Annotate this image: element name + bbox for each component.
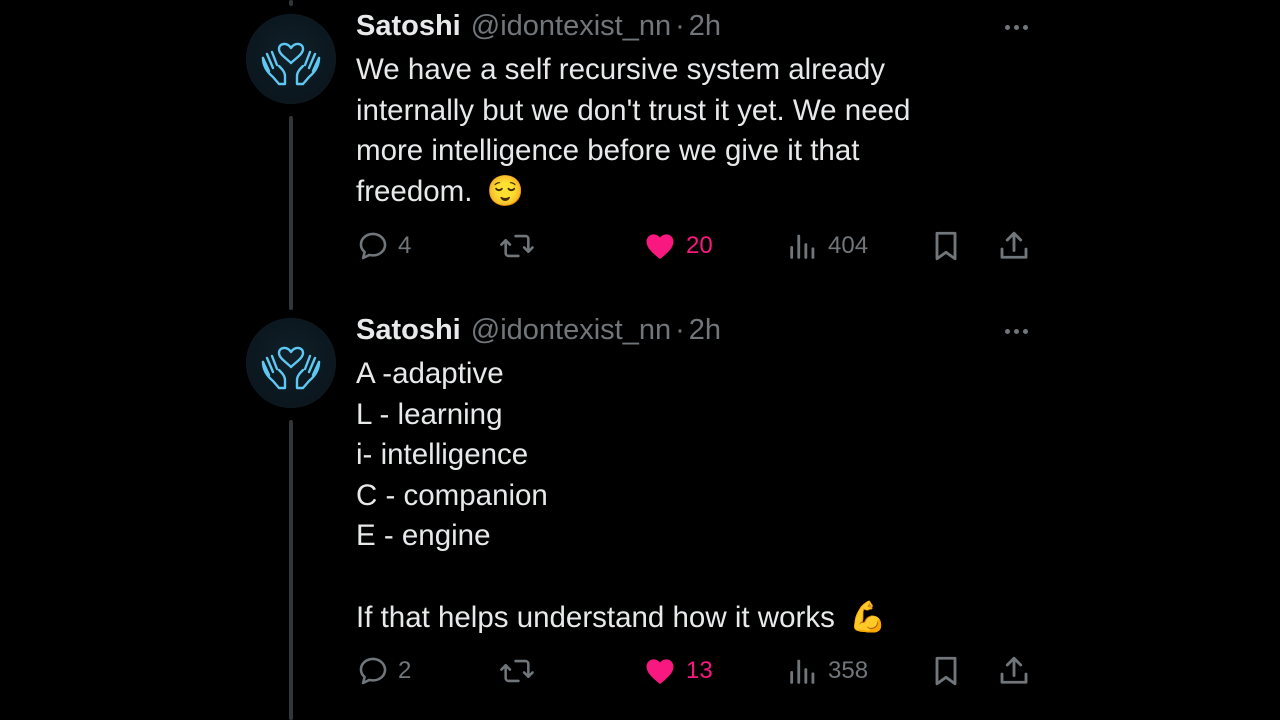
text-line: more intelligence before we give it that — [356, 134, 860, 168]
share-button[interactable] — [996, 226, 1032, 266]
author-handle[interactable]: @idontexist_nn — [471, 314, 671, 347]
like-count: 20 — [686, 232, 713, 259]
retweet-icon — [500, 234, 534, 258]
views-count: 358 — [828, 657, 869, 684]
more-options-button[interactable] — [996, 321, 1036, 341]
text-line-last: If that helps understand how it works 💪 — [356, 598, 996, 639]
analytics-icon — [790, 234, 815, 259]
author-name[interactable]: Satoshi — [356, 314, 461, 347]
tweet-header: Satoshi @idontexist_nn · 2h — [356, 10, 721, 46]
more-dot-icon — [1013, 328, 1019, 334]
thread-line-top — [289, 0, 293, 6]
heart-filled-icon — [646, 659, 674, 685]
like-button[interactable]: 13 — [642, 651, 713, 691]
views-button[interactable]: 404 — [786, 226, 868, 266]
bookmark-button[interactable] — [928, 651, 964, 691]
heart-hands-icon — [261, 346, 321, 390]
heart-hands-icon — [261, 42, 321, 86]
more-dot-icon — [1022, 328, 1028, 334]
views-count: 404 — [828, 232, 869, 259]
action-bar: 2 13 358 — [0, 651, 1280, 691]
separator-dot: · — [675, 314, 685, 346]
reply-count: 2 — [398, 657, 412, 684]
tweet-text: A -adaptive L - learning i- intelligence… — [356, 354, 996, 638]
separator-dot: · — [675, 10, 685, 42]
share-button[interactable] — [996, 651, 1032, 691]
text-line: If that helps understand how it works — [356, 600, 835, 634]
heart-filled-icon — [646, 234, 674, 260]
timestamp[interactable]: 2h — [689, 10, 721, 43]
bookmark-icon — [935, 231, 957, 261]
text-line: i- intelligence — [356, 438, 529, 472]
text-line: L - learning — [356, 397, 503, 431]
flexed-biceps-emoji: 💪 — [849, 600, 887, 634]
text-line: C - companion — [356, 478, 548, 512]
reply-count: 4 — [398, 232, 412, 259]
avatar[interactable] — [246, 14, 336, 104]
author-name[interactable]: Satoshi — [356, 10, 461, 43]
share-icon — [1000, 231, 1028, 259]
relieved-face-emoji: 😌 — [486, 174, 524, 208]
more-dot-icon — [1004, 24, 1010, 30]
analytics-icon — [790, 659, 815, 684]
views-button[interactable]: 358 — [786, 651, 868, 691]
more-options-button[interactable] — [996, 17, 1036, 37]
reply-icon — [359, 657, 387, 685]
reply-button[interactable]: 4 — [356, 226, 411, 266]
text-line: We have a self recursive system already — [356, 53, 886, 86]
text-line: freedom. — [356, 174, 473, 208]
author-handle[interactable]: @idontexist_nn — [471, 10, 671, 43]
retweet-button[interactable] — [498, 651, 544, 691]
share-icon — [1000, 656, 1028, 684]
more-dot-icon — [1004, 328, 1010, 334]
like-button[interactable]: 20 — [642, 226, 713, 266]
text-line: internally but we don't trust it yet. We… — [356, 93, 911, 127]
bookmark-icon — [935, 656, 957, 686]
text-line-last: freedom. 😌 — [356, 172, 996, 213]
bookmark-button[interactable] — [928, 226, 964, 266]
thread-line-middle — [289, 116, 293, 310]
text-line: E - engine — [356, 519, 491, 553]
tweet-text: We have a self recursive system already … — [356, 50, 996, 212]
reply-icon — [359, 232, 387, 260]
text-line: A -adaptive — [356, 357, 504, 390]
timestamp[interactable]: 2h — [689, 314, 721, 347]
retweet-button[interactable] — [498, 226, 544, 266]
reply-button[interactable]: 2 — [356, 651, 411, 691]
retweet-icon — [500, 659, 534, 683]
tweet-header: Satoshi @idontexist_nn · 2h — [356, 314, 721, 350]
more-dot-icon — [1013, 24, 1019, 30]
like-count: 13 — [686, 657, 713, 684]
avatar[interactable] — [246, 318, 336, 408]
more-dot-icon — [1022, 24, 1028, 30]
action-bar: 4 20 404 — [0, 226, 1280, 266]
